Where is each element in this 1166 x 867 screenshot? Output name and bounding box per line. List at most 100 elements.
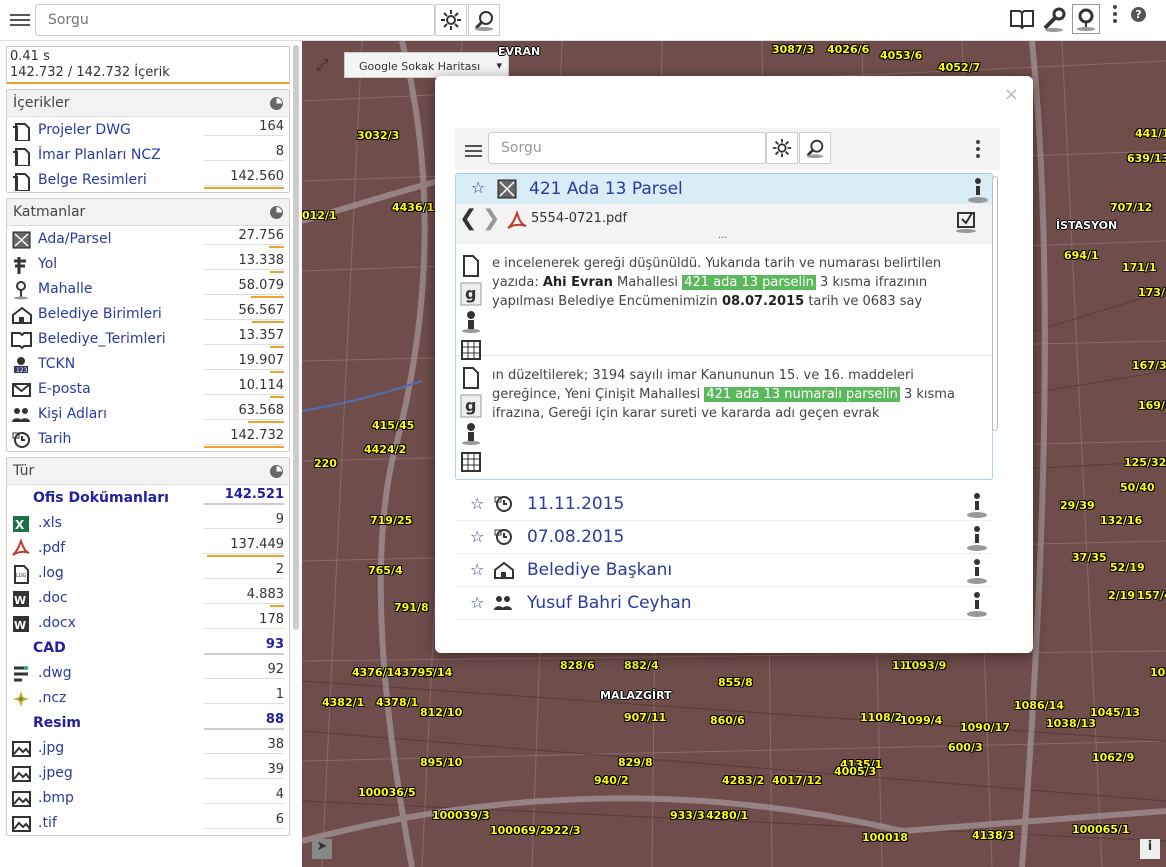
facet-row[interactable]: Kişi Adları 63.568: [7, 401, 289, 426]
pin-icon[interactable]: [966, 176, 990, 204]
menu-icon[interactable]: [465, 143, 482, 160]
close-icon[interactable]: ×: [1004, 84, 1019, 105]
facet-label[interactable]: Kişi Adları: [38, 406, 107, 422]
pin-icon[interactable]: [965, 557, 989, 585]
star-icon[interactable]: ☆: [471, 178, 485, 197]
tools-icon[interactable]: [1040, 4, 1068, 34]
facet-label[interactable]: Yol: [38, 256, 57, 272]
fullscreen-icon[interactable]: ⤢: [312, 55, 332, 75]
facet-label[interactable]: .doc: [38, 590, 68, 606]
facet-label[interactable]: .jpeg: [38, 765, 73, 781]
basemap-select[interactable]: Google Sokak Haritası: [344, 52, 509, 78]
info-icon[interactable]: i: [1140, 839, 1160, 859]
facet-row[interactable]: Tarih 142.732: [7, 426, 289, 451]
result-header[interactable]: ☆ 421 Ada 13 Parsel: [456, 174, 992, 204]
facet-row[interactable]: Belediye Birimleri 56.567: [7, 301, 289, 326]
facet-row[interactable]: LOG .log 2: [7, 560, 289, 585]
facet-group[interactable]: Resim 88: [7, 710, 289, 735]
facet-row[interactable]: .ncz 1: [7, 685, 289, 710]
facet-row[interactable]: .tif 6: [7, 810, 289, 835]
star-icon[interactable]: ☆: [470, 494, 484, 513]
facet-label[interactable]: Belediye_Terimleri: [38, 331, 166, 347]
book-icon[interactable]: [1008, 4, 1036, 34]
result-item-title[interactable]: Belediye Başkanı: [527, 560, 672, 580]
result-item[interactable]: ☆ 07.08.2015: [455, 522, 993, 554]
facet-row[interactable]: .bmp 4: [7, 785, 289, 810]
star-icon[interactable]: ☆: [470, 527, 484, 546]
pin-icon[interactable]: [965, 590, 989, 618]
facet-row[interactable]: .jpeg 39: [7, 760, 289, 785]
map-grid-icon[interactable]: [460, 450, 482, 474]
facet-label[interactable]: .pdf: [38, 540, 65, 556]
facet-label[interactable]: .ncz: [38, 690, 66, 706]
pin-icon[interactable]: [965, 491, 989, 519]
facet-row[interactable]: E-posta 10.114: [7, 376, 289, 401]
facet-label[interactable]: .docx: [38, 615, 76, 631]
facet-row[interactable]: Ada/Parsel 27.756: [7, 226, 289, 251]
location-icon[interactable]: [1072, 4, 1100, 34]
help-icon[interactable]: ?: [1131, 7, 1146, 22]
facet-row[interactable]: Mahalle 58.079: [7, 276, 289, 301]
facet-row[interactable]: Belediye_Terimleri 13.357: [7, 326, 289, 351]
facet-label[interactable]: .dwg: [38, 665, 72, 681]
prev-icon[interactable]: ❮: [459, 206, 477, 231]
star-icon[interactable]: ☆: [470, 560, 484, 579]
file-name[interactable]: 5554-0721.pdf: [531, 211, 627, 226]
more-icon[interactable]: [1113, 5, 1117, 23]
result-item[interactable]: ☆ 11.11.2015: [455, 489, 993, 521]
facet-label[interactable]: .jpg: [38, 740, 64, 756]
facet-row[interactable]: Projeler DWG 164: [7, 117, 289, 142]
facet-label[interactable]: Ada/Parsel: [38, 231, 111, 247]
modal-search-input[interactable]: Sorgu: [488, 132, 766, 164]
document-icon[interactable]: [460, 366, 482, 390]
modal-search-button[interactable]: [799, 132, 831, 164]
facet-label[interactable]: .tif: [38, 815, 57, 831]
person-icon[interactable]: [460, 310, 482, 334]
facet-label[interactable]: Resim: [33, 715, 81, 731]
pie-chart-icon[interactable]: [270, 97, 283, 110]
facet-label[interactable]: .bmp: [38, 790, 74, 806]
facet-row[interactable]: Belge Resimleri 142.560: [7, 167, 289, 192]
result-item[interactable]: ☆ Yusuf Bahri Ceyhan: [455, 588, 993, 620]
facet-row[interactable]: Yol 13.338: [7, 251, 289, 276]
facet-row[interactable]: X .xls 9: [7, 510, 289, 535]
document-icon[interactable]: [460, 254, 482, 278]
next-icon[interactable]: ❯: [482, 206, 500, 231]
search-input[interactable]: [35, 4, 435, 36]
navigate-icon[interactable]: ➤: [312, 839, 332, 859]
facet-label[interactable]: Belge Resimleri: [38, 172, 147, 188]
facet-label[interactable]: Projeler DWG: [38, 122, 131, 138]
sidebar-scrollbar[interactable]: [293, 45, 299, 630]
facet-label[interactable]: CAD: [33, 640, 66, 656]
facet-label[interactable]: İmar Planları NCZ: [38, 147, 161, 163]
result-title[interactable]: 421 Ada 13 Parsel: [529, 179, 683, 199]
facet-label[interactable]: TCKN: [38, 356, 75, 372]
menu-icon[interactable]: [10, 12, 30, 29]
facet-row[interactable]: .jpg 38: [7, 735, 289, 760]
result-item-title[interactable]: Yusuf Bahri Ceyhan: [527, 593, 692, 613]
pie-chart-icon[interactable]: [270, 206, 283, 219]
facet-label[interactable]: E-posta: [38, 381, 91, 397]
search-button[interactable]: [468, 4, 500, 36]
facet-group[interactable]: Ofis Dokümanları 142.521: [7, 485, 289, 510]
facet-label[interactable]: .log: [38, 565, 64, 581]
result-item[interactable]: ☆ Belediye Başkanı: [455, 555, 993, 587]
star-icon[interactable]: ☆: [470, 593, 484, 612]
google-icon[interactable]: g: [460, 394, 482, 418]
facet-row[interactable]: .dwg 92: [7, 660, 289, 685]
more-dots[interactable]: ...: [718, 230, 728, 241]
facet-row[interactable]: W .doc 4.883: [7, 585, 289, 610]
result-item-title[interactable]: 11.11.2015: [527, 494, 624, 514]
pin-icon[interactable]: [965, 524, 989, 552]
facet-row[interactable]: W .docx 178: [7, 610, 289, 635]
facet-row[interactable]: .pdf 137.449: [7, 535, 289, 560]
pie-chart-icon[interactable]: [270, 465, 283, 478]
more-icon[interactable]: [976, 140, 980, 158]
facet-group[interactable]: CAD 93: [7, 635, 289, 660]
facet-label[interactable]: Ofis Dokümanları: [33, 490, 169, 506]
result-item-title[interactable]: 07.08.2015: [527, 527, 624, 547]
person-icon[interactable]: [460, 422, 482, 446]
modal-scrollbar[interactable]: [992, 176, 998, 431]
facet-label[interactable]: Mahalle: [38, 281, 93, 297]
modal-search-settings-button[interactable]: [766, 132, 798, 164]
